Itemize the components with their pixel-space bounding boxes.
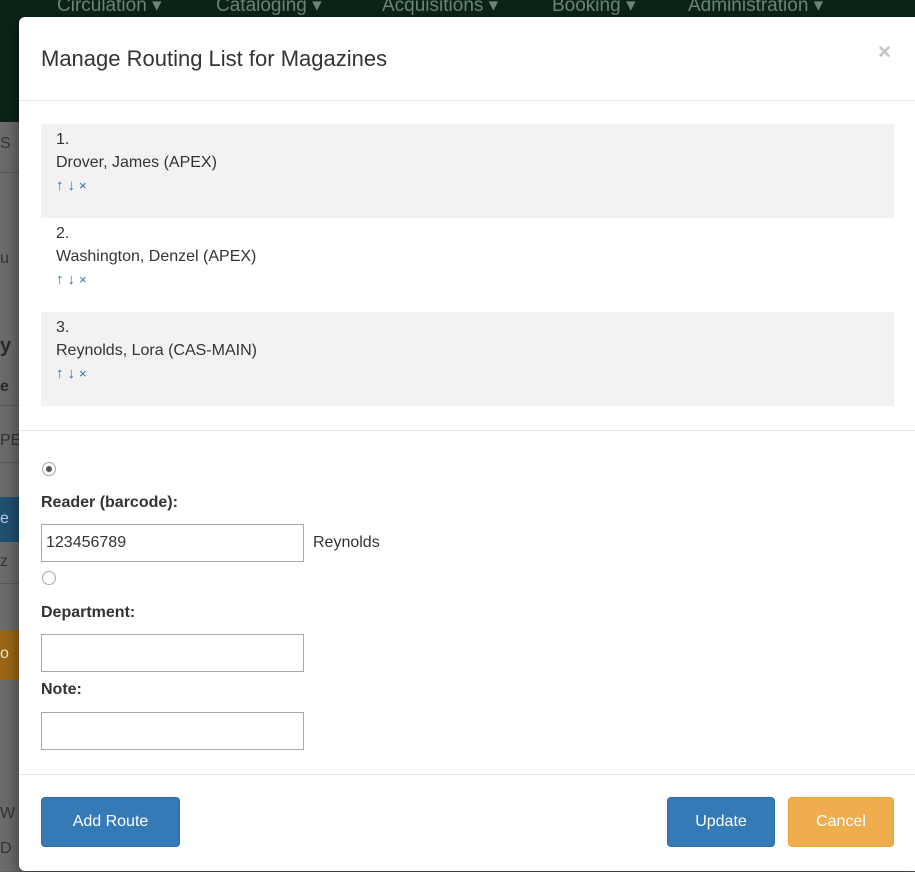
route-item: 3. Reynolds, Lora (CAS-MAIN) ↑ ↓ ×: [41, 312, 894, 406]
nav-booking: Booking ▾: [552, 0, 636, 16]
nav-acquisitions: Acquisitions ▾: [382, 0, 499, 16]
background-fragment: W: [0, 805, 16, 822]
routing-list-modal: Manage Routing List for Magazines × 1. D…: [19, 17, 915, 871]
nav-cataloging: Cataloging ▾: [216, 0, 322, 16]
reader-radio[interactable]: [42, 462, 56, 476]
move-down-icon[interactable]: ↓: [68, 271, 76, 288]
route-reader-name: Reynolds, Lora (CAS-MAIN): [56, 342, 257, 359]
route-item: 1. Drover, James (APEX) ↑ ↓ ×: [41, 124, 894, 218]
move-up-icon[interactable]: ↑: [56, 365, 64, 382]
remove-icon[interactable]: ×: [79, 178, 87, 193]
remove-icon[interactable]: ×: [79, 272, 87, 287]
background-divider: [0, 172, 20, 173]
route-actions: ↑ ↓ ×: [56, 174, 894, 197]
add-route-button[interactable]: Add Route: [41, 797, 180, 847]
update-button[interactable]: Update: [667, 797, 775, 847]
move-down-icon[interactable]: ↓: [68, 177, 76, 194]
move-up-icon[interactable]: ↑: [56, 177, 64, 194]
nav-circulation: Circulation ▾: [57, 0, 162, 16]
move-down-icon[interactable]: ↓: [68, 365, 76, 382]
background-fragment: e: [0, 378, 9, 395]
reader-barcode-input[interactable]: [41, 524, 304, 562]
route-number: 1.: [56, 131, 70, 148]
remove-icon[interactable]: ×: [79, 366, 87, 381]
route-number: 3.: [56, 319, 70, 336]
route-number: 2.: [56, 225, 70, 242]
department-input[interactable]: [41, 634, 304, 672]
note-input[interactable]: [41, 712, 304, 750]
route-actions: ↑ ↓ ×: [56, 268, 894, 291]
background-divider: [0, 462, 20, 463]
section-divider: [19, 430, 915, 431]
background-fragment: S: [0, 135, 11, 152]
modal-header: Manage Routing List for Magazines ×: [19, 17, 915, 101]
background-fragment: e: [0, 510, 9, 527]
reader-name-display: Reynolds: [313, 534, 380, 551]
background-fragment: u: [0, 250, 9, 267]
cancel-button[interactable]: Cancel: [788, 797, 894, 847]
background-fragment: o: [0, 645, 9, 662]
nav-administration: Administration ▾: [688, 0, 824, 16]
close-icon[interactable]: ×: [878, 41, 891, 63]
route-item: 2. Washington, Denzel (APEX) ↑ ↓ ×: [41, 218, 894, 312]
background-fragment: z: [0, 553, 8, 570]
background-fragment: D: [0, 840, 12, 857]
route-actions: ↑ ↓ ×: [56, 362, 894, 385]
reader-barcode-label: Reader (barcode):: [41, 494, 178, 511]
note-label: Note:: [41, 681, 82, 698]
route-reader-name: Washington, Denzel (APEX): [56, 248, 257, 265]
modal-title: Manage Routing List for Magazines: [41, 46, 388, 71]
move-up-icon[interactable]: ↑: [56, 271, 64, 288]
background-divider: [0, 583, 20, 584]
background-fragment: y: [0, 335, 12, 357]
department-radio[interactable]: [42, 571, 56, 585]
department-label: Department:: [41, 604, 136, 621]
route-reader-name: Drover, James (APEX): [56, 154, 217, 171]
background-divider: [0, 405, 20, 406]
route-list: 1. Drover, James (APEX) ↑ ↓ × 2. Washingto…: [41, 124, 894, 406]
